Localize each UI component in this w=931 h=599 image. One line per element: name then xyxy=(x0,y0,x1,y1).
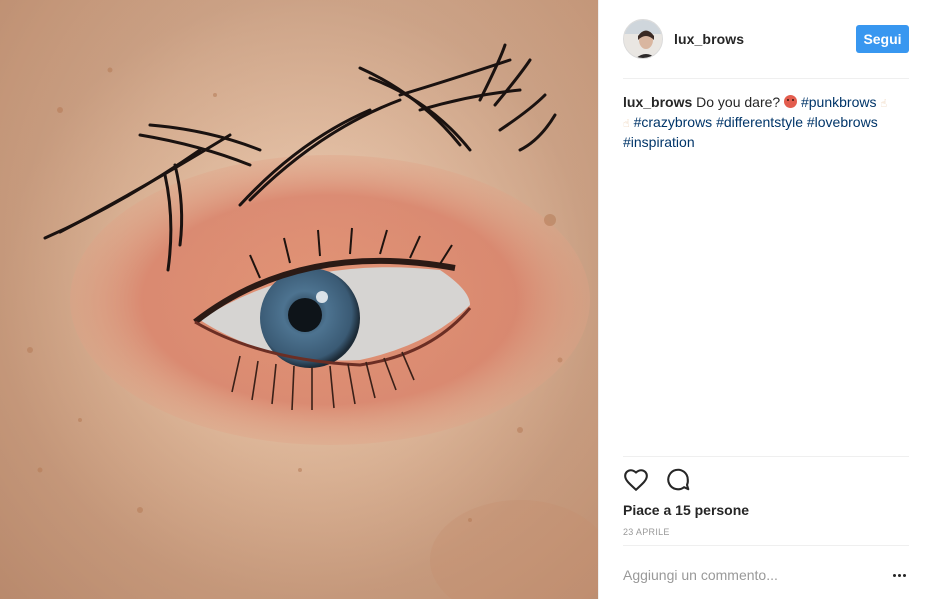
devil-emoji-icon xyxy=(784,95,798,108)
post-date[interactable]: 23 APRILE xyxy=(623,527,670,537)
post-caption: lux_brows Do you dare? #punkbrows ☝ ☝ #c… xyxy=(623,93,891,151)
follow-button[interactable]: Segui xyxy=(856,25,909,53)
caption-username[interactable]: lux_brows xyxy=(623,94,692,110)
post-details-panel: lux_brows Segui lux_brows Do you dare? #… xyxy=(598,0,931,599)
hashtag-link[interactable]: #lovebrows xyxy=(807,114,878,130)
divider xyxy=(623,456,909,457)
divider xyxy=(623,545,909,546)
divider xyxy=(623,78,909,79)
dot-icon xyxy=(902,573,906,577)
hashtag-link[interactable]: #punkbrows xyxy=(801,94,877,110)
heart-outline-icon[interactable] xyxy=(623,467,649,493)
more-options-button[interactable] xyxy=(889,565,909,585)
post-header: lux_brows Segui xyxy=(623,17,909,61)
caption-text: Do you dare? xyxy=(696,94,781,110)
hashtag-link[interactable]: #crazybrows xyxy=(634,114,713,130)
post-actions xyxy=(623,466,691,494)
pointing-hand-emoji-icon: ☝ xyxy=(880,98,888,110)
eye-closeup-image xyxy=(0,0,598,599)
hashtag-link[interactable]: #inspiration xyxy=(623,134,695,150)
avatar-image xyxy=(624,20,662,58)
pointing-hand-emoji-icon: ☝ xyxy=(623,118,630,130)
comment-input[interactable] xyxy=(623,561,889,589)
hashtag-link[interactable]: #differentstyle xyxy=(716,114,803,130)
dot-icon xyxy=(897,573,901,577)
likes-count[interactable]: Piace a 15 persone xyxy=(623,502,749,518)
post-author-username[interactable]: lux_brows xyxy=(674,31,744,47)
comment-row xyxy=(623,560,909,590)
speech-bubble-icon[interactable] xyxy=(665,467,691,493)
avatar[interactable] xyxy=(623,19,663,59)
post-photo[interactable] xyxy=(0,0,598,599)
dot-icon xyxy=(892,573,896,577)
